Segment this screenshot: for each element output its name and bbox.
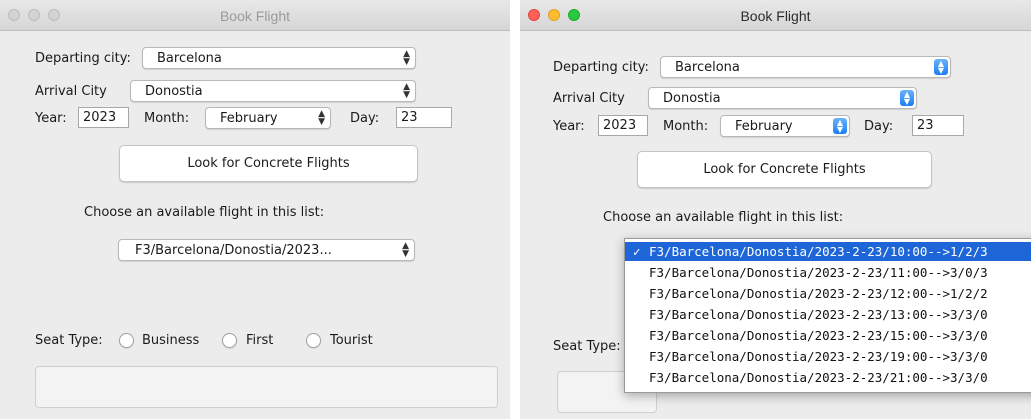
- book-flight-window-left: Book Flight Departing city: Barcelona ▲ ▼…: [0, 0, 510, 419]
- window-title: Book Flight: [219, 8, 291, 24]
- day-label: Day:: [864, 119, 894, 134]
- look-for-flights-button[interactable]: Look for Concrete Flights: [637, 151, 932, 188]
- flight-option[interactable]: ✓ F3/Barcelona/Donostia/2023-2-23/10:00-…: [625, 242, 1031, 261]
- flight-option[interactable]: F3/Barcelona/Donostia/2023-2-23/12:00-->…: [625, 284, 1031, 303]
- flight-select[interactable]: F3/Barcelona/Donostia/2023... ▲ ▼: [118, 239, 415, 261]
- departing-city-label: Departing city:: [35, 51, 131, 66]
- book-flight-window-right: Book Flight Departing city: Barcelona ▲ ▼…: [520, 0, 1031, 419]
- flight-option[interactable]: F3/Barcelona/Donostia/2023-2-23/11:00-->…: [625, 263, 1031, 282]
- year-field[interactable]: 2023: [598, 115, 648, 136]
- flight-dropdown-list[interactable]: ✓ F3/Barcelona/Donostia/2023-2-23/10:00-…: [624, 238, 1031, 393]
- flight-select-value: F3/Barcelona/Donostia/2023...: [135, 243, 332, 258]
- departing-city-value: Barcelona: [675, 60, 740, 75]
- seat-tourist-label: Tourist: [330, 333, 373, 348]
- chevron-updown-icon: ▲ ▼: [934, 59, 948, 75]
- day-label: Day:: [350, 111, 380, 126]
- seat-first-label: First: [246, 333, 274, 348]
- seat-first-radio[interactable]: [222, 333, 237, 348]
- chevron-updown-icon: ▲ ▼: [402, 241, 409, 259]
- month-value: February: [735, 119, 793, 134]
- chevron-updown-icon: ▲ ▼: [403, 82, 410, 100]
- seat-tourist-radio[interactable]: [306, 333, 321, 348]
- flight-option[interactable]: F3/Barcelona/Donostia/2023-2-23/19:00-->…: [625, 347, 1031, 366]
- seat-business-label: Business: [142, 333, 200, 348]
- seat-type-label: Seat Type:: [553, 339, 621, 354]
- title-bar: Book Flight: [520, 0, 1031, 31]
- message-area: [35, 366, 498, 408]
- arrival-city-select[interactable]: Donostia ▲ ▼: [130, 80, 416, 102]
- chevron-updown-icon: ▲ ▼: [403, 49, 410, 67]
- checkmark-icon: ✓: [633, 244, 641, 259]
- seat-type-label: Seat Type:: [35, 333, 103, 348]
- departing-city-select[interactable]: Barcelona ▲ ▼: [142, 47, 416, 69]
- window-title: Book Flight: [740, 8, 811, 24]
- flight-option[interactable]: F3/Barcelona/Donostia/2023-2-23/21:00-->…: [625, 368, 1031, 387]
- chevron-updown-icon: ▲ ▼: [318, 109, 325, 127]
- day-field[interactable]: 23: [396, 107, 452, 128]
- departing-city-select[interactable]: Barcelona ▲ ▼: [660, 56, 951, 78]
- day-field[interactable]: 23: [912, 115, 964, 136]
- year-field[interactable]: 2023: [78, 107, 129, 128]
- chevron-updown-icon: ▲ ▼: [900, 90, 914, 106]
- seat-business-radio[interactable]: [119, 333, 134, 348]
- flight-option[interactable]: F3/Barcelona/Donostia/2023-2-23/13:00-->…: [625, 305, 1031, 324]
- arrival-city-label: Arrival City: [35, 84, 107, 99]
- look-for-flights-button[interactable]: Look for Concrete Flights: [119, 145, 418, 182]
- arrival-city-value: Donostia: [663, 91, 721, 106]
- title-bar: Book Flight: [0, 0, 510, 31]
- month-select[interactable]: February ▲ ▼: [205, 107, 331, 129]
- month-value: February: [220, 111, 278, 126]
- departing-city-value: Barcelona: [157, 51, 222, 66]
- month-select[interactable]: February ▲ ▼: [720, 115, 850, 137]
- arrival-city-label: Arrival City: [553, 91, 625, 106]
- month-label: Month:: [144, 111, 190, 126]
- arrival-city-select[interactable]: Donostia ▲ ▼: [648, 87, 917, 109]
- choose-flight-label: Choose an available flight in this list:: [603, 210, 844, 225]
- year-label: Year:: [553, 119, 585, 134]
- year-label: Year:: [35, 111, 67, 126]
- chevron-updown-icon: ▲ ▼: [833, 118, 847, 134]
- departing-city-label: Departing city:: [553, 60, 649, 75]
- month-label: Month:: [663, 119, 709, 134]
- flight-option[interactable]: F3/Barcelona/Donostia/2023-2-23/15:00-->…: [625, 326, 1031, 345]
- choose-flight-label: Choose an available flight in this list:: [84, 205, 325, 220]
- arrival-city-value: Donostia: [145, 84, 203, 99]
